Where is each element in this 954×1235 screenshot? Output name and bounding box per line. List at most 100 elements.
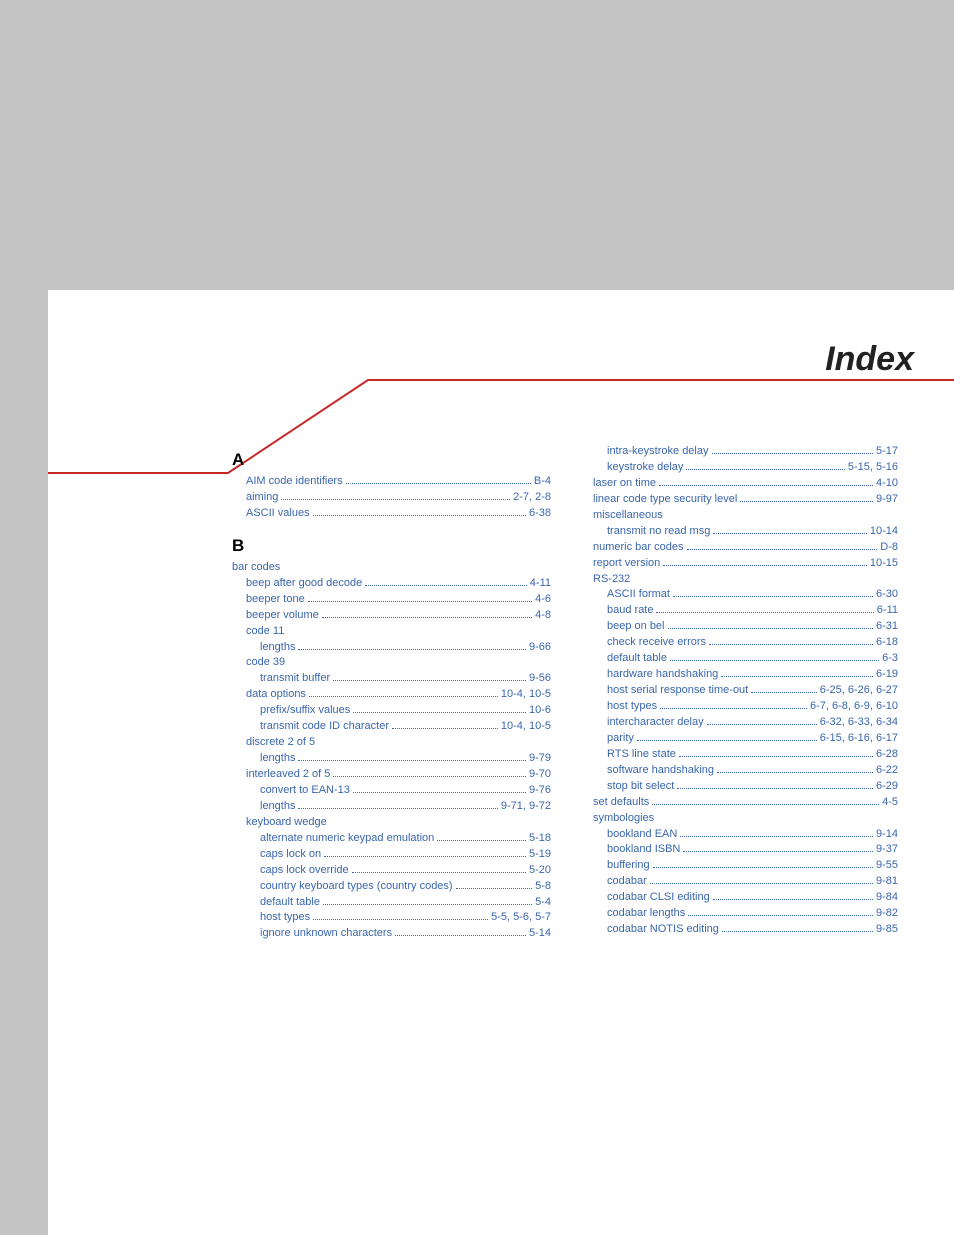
index-entry[interactable]: transmit code ID character10-4, 10-5: [232, 719, 551, 735]
index-entry[interactable]: country keyboard types (country codes)5-…: [232, 879, 551, 895]
leader-dots: [324, 856, 526, 857]
index-entry[interactable]: caps lock override5-20: [232, 863, 551, 879]
index-entry[interactable]: software handshaking6-22: [579, 763, 898, 779]
leader-dots: [298, 649, 525, 650]
index-entry[interactable]: RTS line state6-28: [579, 747, 898, 763]
index-entry[interactable]: host types5-5, 5-6, 5-7: [232, 910, 551, 926]
index-entry[interactable]: RS-232: [579, 572, 898, 588]
index-entry[interactable]: check receive errors6-18: [579, 635, 898, 651]
index-entry[interactable]: default table 6-3: [579, 651, 898, 667]
index-entry-label: host types: [607, 699, 657, 715]
index-entry-page: 6-3: [882, 651, 898, 667]
index-entry-label: bookland EAN: [607, 827, 677, 843]
index-column-right: intra-keystroke delay5-17keystroke delay…: [579, 444, 898, 942]
index-entry[interactable]: buffering9-55: [579, 858, 898, 874]
section-heading-a: A: [232, 450, 551, 470]
leader-dots: [333, 776, 526, 777]
index-entry[interactable]: alternate numeric keypad emulation5-18: [232, 831, 551, 847]
index-entry[interactable]: beeper tone4-6: [232, 592, 551, 608]
index-entry-label: codabar lengths: [607, 906, 685, 922]
index-entry-label: lengths: [260, 799, 295, 815]
index-entry[interactable]: beep on bel6-31: [579, 619, 898, 635]
index-entry[interactable]: prefix/suffix values10-6: [232, 703, 551, 719]
index-entry[interactable]: ASCII format6-30: [579, 587, 898, 603]
page-title: Index: [825, 340, 914, 379]
index-entry[interactable]: set defaults4-5: [579, 795, 898, 811]
index-entry[interactable]: numeric bar codesD-8: [579, 540, 898, 556]
index-entry-label: laser on time: [593, 476, 656, 492]
index-entry[interactable]: beep after good decode4-11: [232, 576, 551, 592]
index-entry-label: data options: [246, 687, 306, 703]
index-entry-label: set defaults: [593, 795, 649, 811]
index-entry-page: 9-76: [529, 783, 551, 799]
index-entry[interactable]: data options10-4, 10-5: [232, 687, 551, 703]
index-entry-label: software handshaking: [607, 763, 714, 779]
index-entry-label: miscellaneous: [593, 508, 663, 524]
index-entry[interactable]: interleaved 2 of 59-70: [232, 767, 551, 783]
index-entry[interactable]: stop bit select6-29: [579, 779, 898, 795]
index-entry[interactable]: default table5-4: [232, 895, 551, 911]
leader-dots: [713, 533, 867, 534]
index-entry[interactable]: report version10-15: [579, 556, 898, 572]
index-entry[interactable]: hardware handshaking6-19: [579, 667, 898, 683]
leader-dots: [707, 724, 817, 725]
leader-dots: [740, 501, 873, 502]
index-entry[interactable]: AIM code identifiersB-4: [232, 474, 551, 490]
index-entry[interactable]: beeper volume4-8: [232, 608, 551, 624]
index-entry[interactable]: discrete 2 of 5: [232, 735, 551, 751]
index-entry[interactable]: keystroke delay5-15, 5-16: [579, 460, 898, 476]
index-entry[interactable]: convert to EAN-139-76: [232, 783, 551, 799]
index-entry[interactable]: codabar CLSI editing9-84: [579, 890, 898, 906]
index-entry[interactable]: transmit buffer9-56: [232, 671, 551, 687]
index-entry-label: codabar: [607, 874, 647, 890]
index-entry-label: ASCII format: [607, 587, 670, 603]
index-entry-label: interleaved 2 of 5: [246, 767, 330, 783]
leader-dots: [333, 680, 526, 681]
index-entry[interactable]: parity6-15, 6-16, 6-17: [579, 731, 898, 747]
index-entry-page: 10-15: [870, 556, 898, 572]
leader-dots: [717, 772, 873, 773]
leader-dots: [683, 851, 873, 852]
index-entry[interactable]: lengths 9-71, 9-72: [232, 799, 551, 815]
index-entry-label: default table: [607, 651, 667, 667]
index-entry[interactable]: host types6-7, 6-8, 6-9, 6-10: [579, 699, 898, 715]
index-entry[interactable]: intercharacter delay6-32, 6-33, 6-34: [579, 715, 898, 731]
diagonal-cutout: [0, 0, 280, 175]
index-entry[interactable]: keyboard wedge: [232, 815, 551, 831]
index-entry[interactable]: aiming2-7, 2-8: [232, 490, 551, 506]
index-entry[interactable]: codabar 9-81: [579, 874, 898, 890]
index-entry-page: 6-38: [529, 506, 551, 522]
index-entry[interactable]: codabar NOTIS editing9-85: [579, 922, 898, 938]
index-entry[interactable]: code 11: [232, 624, 551, 640]
index-entry[interactable]: ASCII values6-38: [232, 506, 551, 522]
index-entry-label: prefix/suffix values: [260, 703, 350, 719]
index-entry[interactable]: bar codes: [232, 560, 551, 576]
index-entry[interactable]: miscellaneous: [579, 508, 898, 524]
index-entry[interactable]: host serial response time-out6-25, 6-26,…: [579, 683, 898, 699]
index-entry-label: RS-232: [593, 572, 630, 588]
index-entry[interactable]: codabar lengths 9-82: [579, 906, 898, 922]
index-entry[interactable]: lengths9-79: [232, 751, 551, 767]
index-entry[interactable]: linear code type security level9-97: [579, 492, 898, 508]
leader-dots: [309, 696, 498, 697]
index-entry-page: 9-81: [876, 874, 898, 890]
index-entry[interactable]: ignore unknown characters5-14: [232, 926, 551, 942]
index-entry-label: country keyboard types (country codes): [260, 879, 453, 895]
index-entry-label: keyboard wedge: [246, 815, 327, 831]
index-entry[interactable]: lengths9-66: [232, 640, 551, 656]
leader-dots: [673, 596, 873, 597]
index-entry[interactable]: bookland ISBN9-37: [579, 842, 898, 858]
index-entry[interactable]: intra-keystroke delay5-17: [579, 444, 898, 460]
leader-dots: [722, 931, 873, 932]
index-entry[interactable]: transmit no read msg10-14: [579, 524, 898, 540]
index-entry-page: 9-71, 9-72: [501, 799, 551, 815]
index-entry[interactable]: laser on time4-10: [579, 476, 898, 492]
index-entry[interactable]: code 39: [232, 655, 551, 671]
index-entry[interactable]: caps lock on5-19: [232, 847, 551, 863]
index-entry-page: 9-82: [876, 906, 898, 922]
index-entry-label: bar codes: [232, 560, 280, 576]
index-entry[interactable]: baud rate6-11: [579, 603, 898, 619]
index-entry-page: 5-4: [535, 895, 551, 911]
index-entry[interactable]: bookland EAN9-14: [579, 827, 898, 843]
index-entry[interactable]: symbologies: [579, 811, 898, 827]
